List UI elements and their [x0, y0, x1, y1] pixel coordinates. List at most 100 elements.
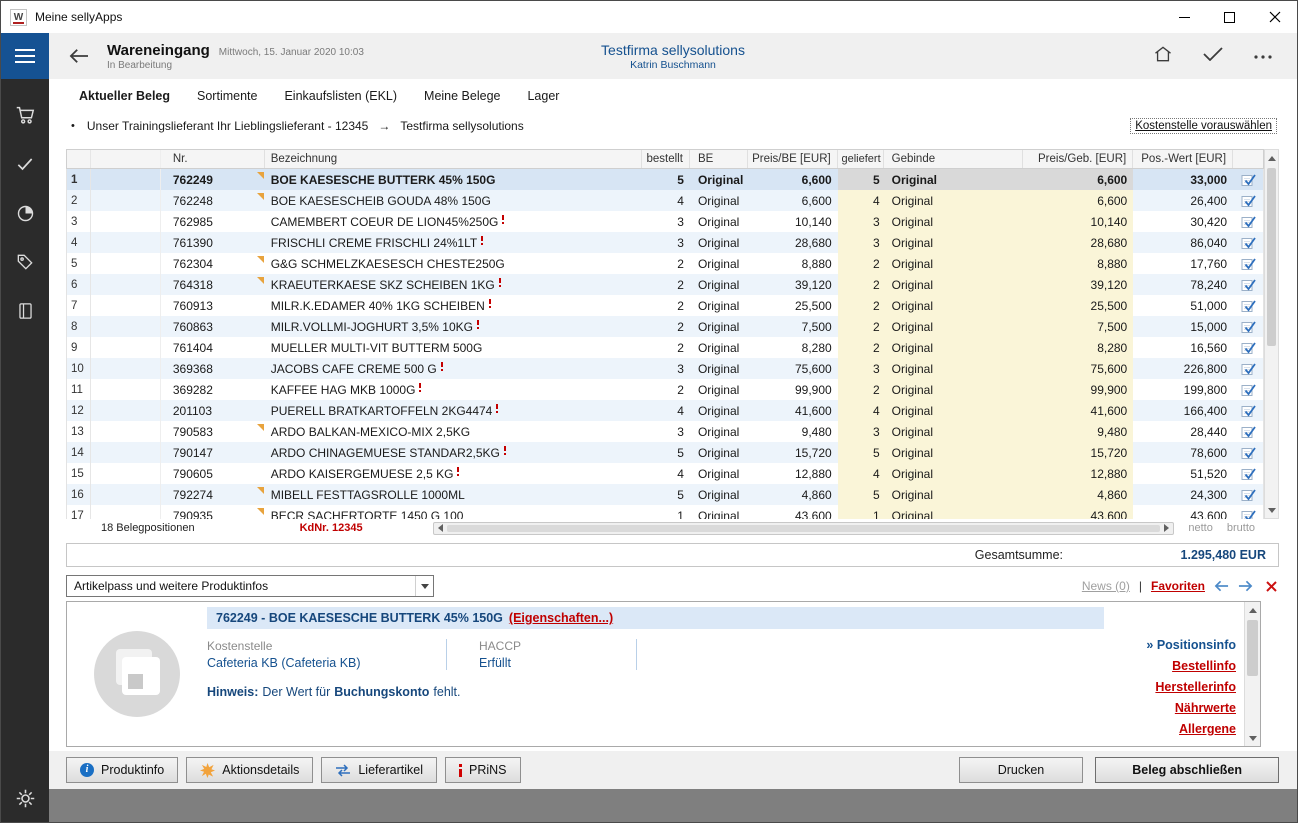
confirm-position-cell[interactable]	[1233, 190, 1263, 211]
close-button[interactable]	[1252, 1, 1297, 33]
table-row[interactable]: 17 790935 BECR SACHERTORTE 1450 G 100 1 …	[67, 505, 1263, 519]
confirm-position-cell[interactable]	[1233, 400, 1263, 421]
table-row[interactable]: 9 761404 MUELLER MULTI-VIT BUTTERM 500G …	[67, 337, 1263, 358]
package-cell[interactable]: Original	[884, 274, 1024, 295]
netto-label[interactable]: netto	[1188, 522, 1212, 534]
table-row[interactable]: 12 201103 PUERELL BRATKARTOFFELN 2KG4474…	[67, 400, 1263, 421]
beleg-abschliessen-button[interactable]: Beleg abschließen	[1095, 757, 1279, 783]
eigenschaften-link[interactable]: (Eigenschaften...)	[509, 611, 613, 625]
confirm-position-cell[interactable]	[1233, 274, 1263, 295]
scroll-left-arrow[interactable]	[438, 524, 443, 532]
scroll-down-arrow[interactable]	[1245, 730, 1260, 746]
confirm-position-cell[interactable]	[1233, 463, 1263, 484]
naehrwerte-link[interactable]: Nährwerte	[1175, 701, 1236, 715]
price-per-package-cell[interactable]: 41,600	[1023, 400, 1133, 421]
price-per-package-cell[interactable]: 8,880	[1023, 253, 1133, 274]
delivered-qty-cell[interactable]: 5	[838, 169, 884, 190]
close-panel-button[interactable]	[1266, 581, 1277, 592]
prins-button[interactable]: PRiNS	[445, 757, 521, 783]
table-row[interactable]: 8 760863 MILR.VOLLMI-JOGHURT 3,5% 10KG 2…	[67, 316, 1263, 337]
preselect-costcenter-link[interactable]: Kostenstelle vorauswählen	[1130, 118, 1277, 134]
scroll-up-arrow[interactable]	[1265, 150, 1278, 166]
scrollbar-thumb[interactable]	[1247, 620, 1258, 676]
confirm-position-cell[interactable]	[1233, 358, 1263, 379]
back-button[interactable]	[67, 47, 91, 65]
delivered-qty-cell[interactable]: 5	[838, 484, 884, 505]
delivered-qty-cell[interactable]: 2	[838, 274, 884, 295]
package-cell[interactable]: Original	[884, 337, 1024, 358]
delivered-qty-cell[interactable]: 3	[838, 232, 884, 253]
confirm-position-cell[interactable]	[1233, 421, 1263, 442]
product-info-select[interactable]: Artikelpass und weitere Produktinfos	[66, 575, 434, 597]
bestellinfo-link[interactable]: Bestellinfo	[1172, 659, 1236, 673]
confirm-position-cell[interactable]	[1233, 169, 1263, 190]
herstellerinfo-link[interactable]: Herstellerinfo	[1155, 680, 1236, 694]
confirm-position-cell[interactable]	[1233, 253, 1263, 274]
delivered-qty-cell[interactable]: 1	[838, 505, 884, 519]
package-cell[interactable]: Original	[884, 253, 1024, 274]
price-per-package-cell[interactable]: 4,860	[1023, 484, 1133, 505]
package-cell[interactable]: Original	[884, 484, 1024, 505]
column-header-bestellt[interactable]: bestellt	[642, 150, 690, 168]
table-row[interactable]: 3 762985 CAMEMBERT COEUR DE LION45%250G …	[67, 211, 1263, 232]
delivered-qty-cell[interactable]: 4	[838, 400, 884, 421]
tab-lager[interactable]: Lager	[527, 89, 559, 103]
table-row[interactable]: 13 790583 ARDO BALKAN-MEXICO-MIX 2,5KG 3…	[67, 421, 1263, 442]
package-cell[interactable]: Original	[884, 358, 1024, 379]
produktinfo-button[interactable]: i Produktinfo	[66, 757, 178, 783]
price-per-package-cell[interactable]: 15,720	[1023, 442, 1133, 463]
more-options-button[interactable]	[1253, 47, 1273, 65]
next-article-button[interactable]	[1238, 580, 1253, 592]
delivered-qty-cell[interactable]: 2	[838, 337, 884, 358]
sidebar-item-prices[interactable]	[14, 251, 36, 273]
package-cell[interactable]: Original	[884, 295, 1024, 316]
table-horizontal-scrollbar[interactable]	[433, 522, 1175, 535]
sidebar-item-statistics[interactable]	[14, 202, 36, 224]
price-per-package-cell[interactable]: 43,600	[1023, 505, 1133, 519]
lieferartikel-button[interactable]: Lieferartikel	[321, 757, 437, 783]
allergene-link[interactable]: Allergene	[1179, 722, 1236, 736]
favoriten-link[interactable]: Favoriten	[1151, 579, 1205, 593]
package-cell[interactable]: Original	[884, 211, 1024, 232]
package-cell[interactable]: Original	[884, 190, 1024, 211]
delivered-qty-cell[interactable]: 2	[838, 316, 884, 337]
price-per-package-cell[interactable]: 9,480	[1023, 421, 1133, 442]
settings-button[interactable]	[14, 787, 36, 809]
tab-meine-belege[interactable]: Meine Belege	[424, 89, 500, 103]
column-header-gebinde[interactable]: Gebinde	[884, 150, 1024, 168]
table-row[interactable]: 7 760913 MILR.K.EDAMER 40% 1KG SCHEIBEN …	[67, 295, 1263, 316]
minimize-button[interactable]	[1162, 1, 1207, 33]
price-per-package-cell[interactable]: 99,900	[1023, 379, 1133, 400]
table-row[interactable]: 2 762248 BOE KAESESCHEIB GOUDA 48% 150G …	[67, 190, 1263, 211]
tab-aktueller-beleg[interactable]: Aktueller Beleg	[79, 89, 170, 103]
package-cell[interactable]: Original	[884, 442, 1024, 463]
price-per-package-cell[interactable]: 25,500	[1023, 295, 1133, 316]
sidebar-item-journal[interactable]	[14, 300, 36, 322]
confirm-position-cell[interactable]	[1233, 337, 1263, 358]
package-cell[interactable]: Original	[884, 400, 1024, 421]
price-per-package-cell[interactable]: 8,280	[1023, 337, 1133, 358]
price-per-package-cell[interactable]: 6,600	[1023, 190, 1133, 211]
column-header-pos-wert[interactable]: Pos.-Wert [EUR]	[1133, 150, 1233, 168]
package-cell[interactable]: Original	[884, 421, 1024, 442]
confirm-position-cell[interactable]	[1233, 211, 1263, 232]
detail-vertical-scrollbar[interactable]	[1244, 602, 1260, 746]
package-cell[interactable]: Original	[884, 505, 1024, 519]
table-row[interactable]: 15 790605 ARDO KAISERGEMUESE 2,5 KG 4 Or…	[67, 463, 1263, 484]
column-header-preis-be[interactable]: Preis/BE [EUR]	[748, 150, 838, 168]
positionsinfo-link[interactable]: » Positionsinfo	[1146, 638, 1236, 652]
news-link[interactable]: News (0)	[1082, 579, 1130, 593]
confirm-position-cell[interactable]	[1233, 316, 1263, 337]
table-row[interactable]: 14 790147 ARDO CHINAGEMUESE STANDAR2,5KG…	[67, 442, 1263, 463]
column-header-nr[interactable]: Nr.	[161, 150, 265, 168]
confirm-position-cell[interactable]	[1233, 295, 1263, 316]
table-row[interactable]: 1 762249 BOE KAESESCHE BUTTERK 45% 150G …	[67, 169, 1263, 190]
delivered-qty-cell[interactable]: 3	[838, 358, 884, 379]
sidebar-item-tasks[interactable]	[14, 153, 36, 175]
column-header-be[interactable]: BE	[690, 150, 748, 168]
maximize-button[interactable]	[1207, 1, 1252, 33]
price-per-package-cell[interactable]: 10,140	[1023, 211, 1133, 232]
package-cell[interactable]: Original	[884, 379, 1024, 400]
confirm-position-cell[interactable]	[1233, 232, 1263, 253]
tab-sortimente[interactable]: Sortimente	[197, 89, 257, 103]
